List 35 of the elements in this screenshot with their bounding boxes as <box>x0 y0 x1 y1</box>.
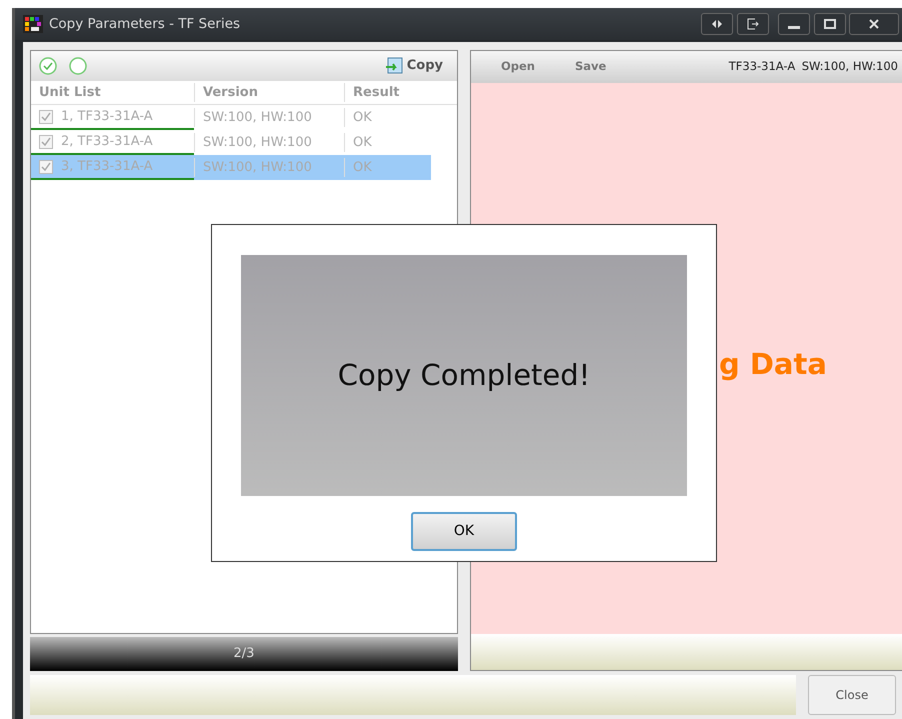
dialog-message: Copy Completed! <box>241 255 687 496</box>
copy-button[interactable]: Copy <box>378 56 449 76</box>
column-header: Unit List <box>38 84 102 102</box>
table-row[interactable]: 1, TF33-31A-A SW:100, HW:100 OK <box>31 105 431 130</box>
maximize-icon[interactable] <box>814 13 846 35</box>
toolbar-button[interactable]: Open <box>501 58 535 76</box>
table-cell-text: 3, TF33-31A-A <box>61 158 153 176</box>
checkbox[interactable] <box>39 160 53 174</box>
table-cell: SW:100, HW:100 <box>194 158 344 178</box>
window-title: Copy Parameters - TF Series <box>49 14 240 34</box>
checkbox[interactable] <box>39 134 53 148</box>
column-header: Version <box>194 82 344 102</box>
table-cell-text: 2, TF33-31A-A <box>61 132 153 151</box>
table-cell: SW:100, HW:100 <box>194 108 344 128</box>
close-icon[interactable] <box>848 13 899 35</box>
toolbar-button[interactable]: Save <box>575 58 606 76</box>
arrows-icon[interactable] <box>701 13 734 35</box>
status-bar: 2/3 <box>30 637 458 671</box>
minimize-icon[interactable] <box>778 13 810 35</box>
copy-icon <box>384 57 405 75</box>
ok-button[interactable]: OK <box>411 512 517 551</box>
column-header: Result <box>344 82 431 102</box>
close-button[interactable]: Close <box>808 675 896 715</box>
table-cell: OK <box>344 132 431 152</box>
table-cell: SW:100, HW:100 <box>194 132 344 152</box>
app-icon <box>23 15 43 33</box>
table-cell: OK <box>344 158 431 178</box>
version-label: SW:100, HW:100 <box>802 58 898 76</box>
check-circle-icon[interactable] <box>39 57 57 75</box>
panel-message: g Data <box>719 347 827 381</box>
unit-label: TF33-31A-A <box>728 58 796 76</box>
exit-icon[interactable] <box>736 13 768 35</box>
table-cell-text: 1, TF33-31A-A <box>61 108 153 126</box>
checkbox[interactable] <box>39 110 53 124</box>
table-cell: OK <box>344 108 431 128</box>
